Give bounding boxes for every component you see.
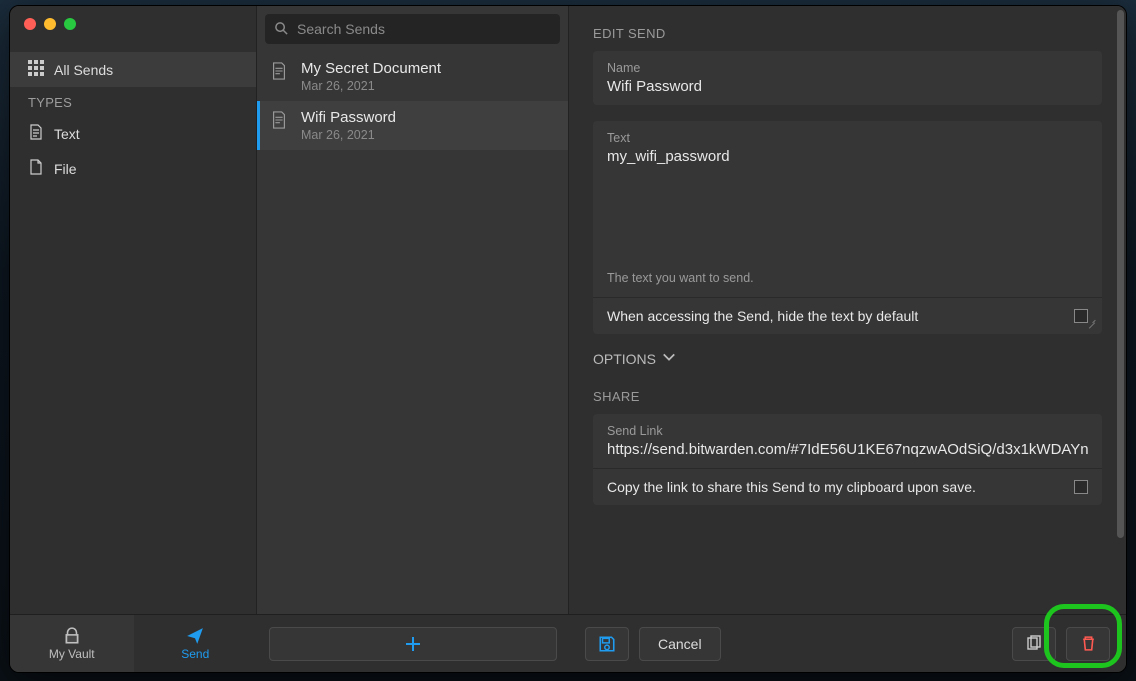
copy-icon: [1025, 635, 1043, 653]
tab-send[interactable]: Send: [134, 615, 258, 672]
grid-icon: [28, 60, 44, 79]
list-item-date: Mar 26, 2021: [301, 128, 396, 142]
field-label: Send Link: [607, 424, 1088, 438]
tab-my-vault[interactable]: My Vault: [10, 615, 134, 672]
list-item-date: Mar 26, 2021: [301, 79, 441, 93]
window-close-button[interactable]: [24, 18, 36, 30]
lock-icon: [63, 627, 81, 645]
checkbox-label: When accessing the Send, hide the text b…: [607, 308, 918, 324]
list-item-title: Wifi Password: [301, 109, 396, 126]
sidebar: All Sends TYPES Text File: [10, 6, 257, 614]
file-icon: [271, 111, 289, 133]
sidebar-item-file[interactable]: File: [10, 151, 256, 186]
search-input[interactable]: [265, 14, 560, 44]
plus-icon: [405, 636, 421, 652]
options-toggle[interactable]: OPTIONS: [593, 350, 1102, 367]
sidebar-item-text[interactable]: Text: [10, 116, 256, 151]
tab-label: My Vault: [49, 647, 95, 661]
send-list-column: My Secret Document Mar 26, 2021 Wifi Pas…: [257, 6, 569, 614]
text-textarea[interactable]: [607, 148, 1088, 268]
sidebar-item-label: Text: [54, 126, 80, 142]
delete-button[interactable]: [1066, 627, 1110, 661]
scrollbar[interactable]: [1117, 10, 1124, 610]
save-button[interactable]: [585, 627, 629, 661]
copy-on-save-checkbox-row[interactable]: Copy the link to share this Send to my c…: [593, 468, 1102, 505]
tab-label: Send: [181, 647, 209, 661]
list-item[interactable]: Wifi Password Mar 26, 2021: [257, 101, 568, 150]
add-send-button[interactable]: [269, 627, 557, 661]
options-label: OPTIONS: [593, 351, 656, 367]
share-field: Send Link https://send.bitwarden.com/#7I…: [593, 414, 1102, 505]
checkbox-label: Copy the link to share this Send to my c…: [607, 479, 976, 495]
button-label: Cancel: [658, 636, 702, 652]
send-link-value[interactable]: https://send.bitwarden.com/#7IdE56U1KE67…: [607, 441, 1088, 458]
save-icon: [598, 635, 616, 653]
text-help: The text you want to send.: [593, 271, 1102, 297]
window-minimize-button[interactable]: [44, 18, 56, 30]
footer: My Vault Send Cancel: [10, 614, 1126, 672]
text-file-icon: [28, 124, 44, 143]
detail-pane: EDIT SEND Name Wifi Password Text The te…: [569, 6, 1126, 614]
list-item[interactable]: My Secret Document Mar 26, 2021: [257, 52, 568, 101]
cancel-button[interactable]: Cancel: [639, 627, 721, 661]
sidebar-item-label: File: [54, 161, 77, 177]
trash-icon: [1080, 635, 1097, 652]
list-item-title: My Secret Document: [301, 60, 441, 77]
sidebar-section-types: TYPES: [10, 87, 256, 116]
checkbox[interactable]: [1074, 480, 1088, 494]
file-icon: [271, 62, 289, 84]
hide-text-checkbox-row[interactable]: When accessing the Send, hide the text b…: [593, 297, 1102, 334]
sidebar-item-label: All Sends: [54, 62, 113, 78]
chevron-down-icon: [662, 350, 676, 367]
edit-send-header: EDIT SEND: [593, 26, 1102, 41]
send-icon: [186, 627, 204, 645]
name-value: Wifi Password: [607, 78, 1088, 95]
name-field[interactable]: Name Wifi Password: [593, 51, 1102, 105]
sidebar-item-all-sends[interactable]: All Sends: [10, 52, 256, 87]
field-label: Name: [607, 61, 1088, 75]
share-header: SHARE: [593, 389, 1102, 404]
file-icon: [28, 159, 44, 178]
field-label: Text: [607, 131, 1088, 145]
text-field: Text The text you want to send. When acc…: [593, 121, 1102, 334]
clone-button[interactable]: [1012, 627, 1056, 661]
resize-handle-icon[interactable]: [1086, 318, 1096, 328]
window-maximize-button[interactable]: [64, 18, 76, 30]
